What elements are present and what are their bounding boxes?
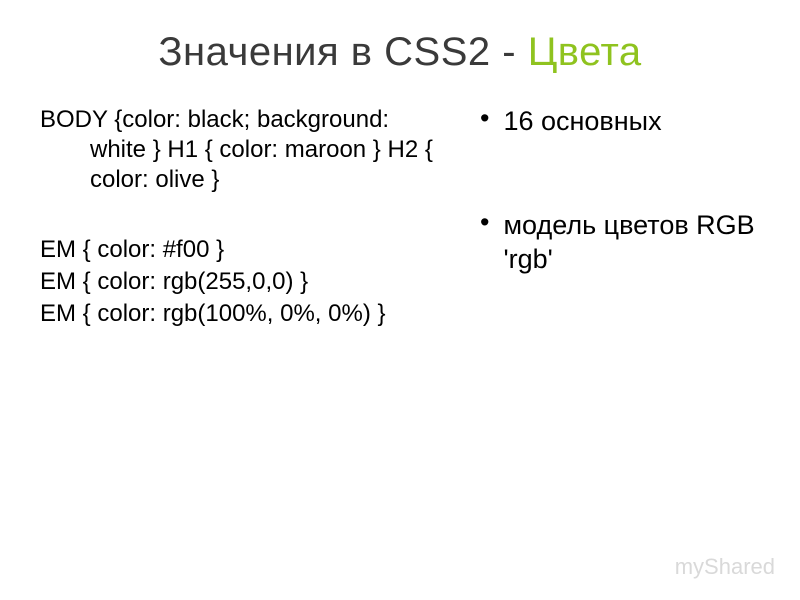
left-column: BODY {color: black; background: white } …: [40, 105, 450, 346]
code-line-em-hex: EM { color: #f00 }: [40, 235, 450, 265]
watermark: myShared: [675, 554, 775, 580]
content-area: BODY {color: black; background: white } …: [40, 105, 760, 346]
bullet-item: • модель цветов RGB 'rgb': [480, 209, 760, 277]
code-block-body: BODY {color: black; background: white } …: [40, 105, 450, 195]
bullet-marker-icon: •: [480, 209, 489, 277]
bullet-item: • 16 основных: [480, 105, 760, 139]
code-line-em-rgb: EM { color: rgb(255,0,0) }: [40, 267, 450, 297]
code-line-em-rgb-pct: EM { color: rgb(100%, 0%, 0%) }: [40, 299, 450, 329]
slide-title: Значения в CSS2 - Цвета: [40, 30, 760, 75]
right-column: • 16 основных • модель цветов RGB 'rgb': [480, 105, 760, 346]
title-prefix: Значения в CSS2 -: [158, 30, 527, 74]
bullet-text: модель цветов RGB 'rgb': [503, 209, 760, 277]
title-highlight: Цвета: [528, 30, 642, 74]
bullet-marker-icon: •: [480, 105, 489, 139]
slide: Значения в CSS2 - Цвета BODY {color: bla…: [0, 0, 800, 600]
bullet-text: 16 основных: [503, 105, 760, 139]
